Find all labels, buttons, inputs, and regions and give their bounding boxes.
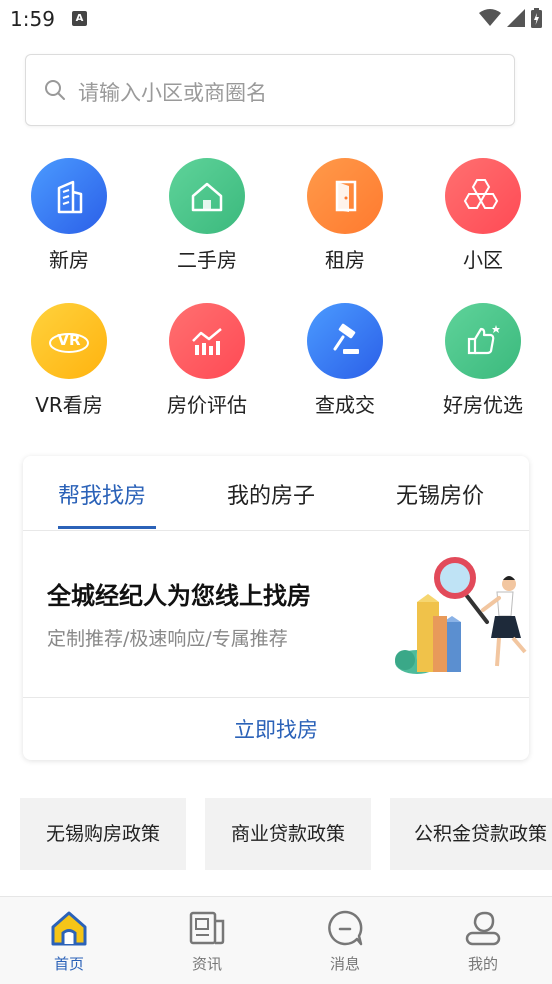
card-divider <box>23 697 529 698</box>
chart-icon <box>169 303 245 379</box>
vr-icon: VR <box>31 303 107 379</box>
tab-my-house[interactable]: 我的房子 <box>227 478 315 510</box>
category-label: 二手房 <box>177 248 237 272</box>
signal-icon <box>507 9 525 27</box>
profile-icon <box>465 911 501 946</box>
news-icon <box>189 911 225 945</box>
status-time: 1:59 <box>10 7 55 31</box>
policy-tag-provident-fund[interactable]: 公积金贷款政策 <box>390 798 552 870</box>
category-label: 好房优选 <box>443 393 523 417</box>
gavel-icon <box>307 303 383 379</box>
card-subtitle: 定制推荐/极速响应/专属推荐 <box>47 628 288 650</box>
category-label: 查成交 <box>315 393 375 417</box>
nav-label: 资讯 <box>191 955 222 973</box>
wifi-icon <box>479 9 501 26</box>
message-icon <box>328 910 363 946</box>
category-label: 房价评估 <box>167 393 247 417</box>
search-illustration <box>395 557 527 674</box>
category-label: 租房 <box>325 248 365 272</box>
card-tabs: 帮我找房 我的房子 无锡房价 <box>23 456 529 531</box>
building-icon <box>31 158 107 234</box>
policy-tags: 无锡购房政策 商业贷款政策 公积金贷款政策 <box>20 798 552 870</box>
nav-home[interactable]: 首页 <box>0 897 138 984</box>
category-community[interactable]: 小区 <box>423 158 543 273</box>
policy-tag-commercial-loan[interactable]: 商业贷款政策 <box>205 798 371 870</box>
nav-messages[interactable]: 消息 <box>276 897 414 984</box>
category-label: VR看房 <box>35 393 103 417</box>
category-picks[interactable]: 好房优选 <box>423 303 543 418</box>
nav-label: 消息 <box>329 955 360 973</box>
notification-icon: A <box>72 11 87 26</box>
nav-news[interactable]: 资讯 <box>138 897 276 984</box>
search-icon <box>45 80 65 100</box>
find-house-card: 帮我找房 我的房子 无锡房价 全城经纪人为您线上找房 定制推荐/极速响应/专属推… <box>23 456 529 760</box>
category-transactions[interactable]: 查成交 <box>285 303 405 418</box>
category-new-house[interactable]: 新房 <box>9 158 129 273</box>
status-bar: 1:59 A <box>0 0 552 38</box>
category-rent[interactable]: 租房 <box>285 158 405 273</box>
find-house-now-button[interactable]: 立即找房 <box>23 714 529 744</box>
card-title: 全城经纪人为您线上找房 <box>47 582 311 610</box>
hexagon-icon <box>445 158 521 234</box>
category-label: 小区 <box>463 248 503 272</box>
category-valuation[interactable]: 房价评估 <box>147 303 267 418</box>
status-icons <box>479 8 542 28</box>
thumbs-up-icon <box>445 303 521 379</box>
tab-find-house[interactable]: 帮我找房 <box>58 478 146 510</box>
house-icon <box>169 158 245 234</box>
nav-label: 首页 <box>53 955 84 973</box>
nav-label: 我的 <box>467 955 498 973</box>
battery-icon <box>531 8 542 28</box>
category-label: 新房 <box>49 248 89 272</box>
home-icon <box>51 911 87 946</box>
bottom-nav: 首页 资讯 消息 我的 <box>0 896 552 984</box>
search-bar[interactable]: 请输入小区或商圈名 <box>25 54 515 126</box>
nav-profile[interactable]: 我的 <box>414 897 552 984</box>
policy-tag-wuxi[interactable]: 无锡购房政策 <box>20 798 186 870</box>
category-vr[interactable]: VR VR看房 <box>9 303 129 418</box>
tab-wuxi-price[interactable]: 无锡房价 <box>396 478 484 510</box>
category-second-hand[interactable]: 二手房 <box>147 158 267 273</box>
tab-underline <box>58 526 156 529</box>
door-icon <box>307 158 383 234</box>
search-input[interactable]: 请输入小区或商圈名 <box>78 77 267 107</box>
